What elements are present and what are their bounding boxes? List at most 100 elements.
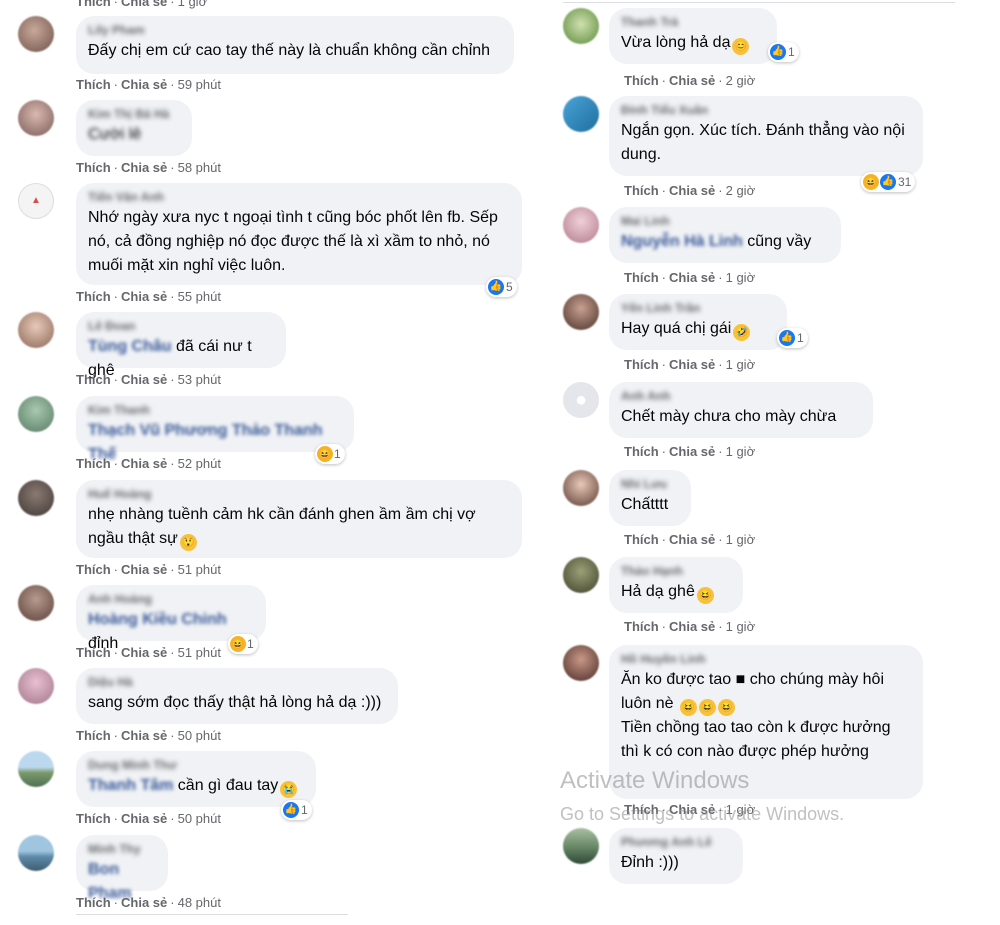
reaction-summary[interactable]: 👍 1 — [768, 42, 799, 62]
comment-author[interactable]: Phương Anh Lê — [621, 835, 731, 849]
like-link[interactable]: Thích — [76, 289, 111, 304]
comment-author[interactable]: Đinh Tiểu Xuân — [621, 103, 911, 117]
comment-author[interactable]: Hồ Huyền Linh — [621, 652, 911, 666]
comment-time[interactable]: 1 giờ — [726, 532, 756, 547]
like-link[interactable]: Thích — [624, 357, 659, 372]
avatar[interactable] — [18, 16, 54, 52]
avatar[interactable] — [563, 828, 599, 864]
comment-author[interactable]: Thanh Trà — [621, 15, 765, 29]
comment-author[interactable]: Kim Thị Bá Hà — [88, 107, 180, 121]
reaction-summary[interactable]: 😆 1 — [315, 444, 345, 464]
avatar[interactable] — [563, 294, 599, 330]
comment-time[interactable]: 51 phút — [178, 645, 221, 660]
like-link[interactable]: Thích — [624, 444, 659, 459]
share-link[interactable]: Chia sẻ — [669, 619, 715, 634]
comment-time[interactable]: 58 phút — [178, 160, 221, 175]
comment-time[interactable]: 1 giờ — [726, 444, 756, 459]
comment-time[interactable]: 48 phút — [178, 895, 221, 910]
share-link[interactable]: Chia sẻ — [121, 289, 167, 304]
share-link[interactable]: Chia sẻ — [121, 811, 167, 826]
comment-time[interactable]: 1 giờ — [726, 357, 756, 372]
comment-time[interactable]: 1 giờ — [726, 619, 756, 634]
share-link[interactable]: Chia sẻ — [121, 160, 167, 175]
like-link[interactable]: Thích — [624, 270, 659, 285]
reaction-summary[interactable]: 👍 5 — [486, 277, 517, 297]
avatar[interactable] — [563, 96, 599, 132]
avatar[interactable] — [563, 470, 599, 506]
mention-link[interactable]: Thanh Tâm — [88, 777, 173, 794]
comment-author[interactable]: Thảo Hạnh — [621, 564, 731, 578]
comment-author[interactable]: Diệu Hà — [88, 675, 386, 689]
avatar[interactable] — [18, 835, 54, 871]
comment-time[interactable]: 2 giờ — [726, 183, 756, 198]
comment-time[interactable]: 1 giờ — [726, 270, 756, 285]
mention-link[interactable]: Nguyễn Hà Linh — [621, 233, 743, 250]
avatar[interactable] — [18, 480, 54, 516]
avatar[interactable] — [18, 668, 54, 704]
reaction-summary[interactable]: 😆 👍 31 — [861, 172, 916, 192]
comment-author[interactable]: Dung Minh Thư — [88, 758, 304, 772]
avatar[interactable] — [18, 751, 54, 787]
comment-author[interactable]: Nhi Lưu — [621, 477, 679, 491]
reaction-summary[interactable]: 👍 1 — [777, 328, 808, 348]
default-avatar-icon[interactable]: ● — [563, 382, 599, 418]
avatar[interactable]: ▲ — [18, 183, 54, 219]
comment-time[interactable]: 2 giờ — [726, 73, 756, 88]
like-link[interactable]: Thích — [76, 456, 111, 471]
comment-author[interactable]: Anh Anh — [621, 389, 861, 403]
share-link[interactable]: Chia sẻ — [121, 895, 167, 910]
like-link[interactable]: Thích — [624, 73, 659, 88]
share-link[interactable]: Chia sẻ — [121, 728, 167, 743]
share-link[interactable]: Chia sẻ — [669, 183, 715, 198]
share-link[interactable]: Chia sẻ — [121, 372, 167, 387]
comment-time[interactable]: 50 phút — [178, 728, 221, 743]
like-link[interactable]: Thích — [76, 77, 111, 92]
avatar[interactable] — [563, 207, 599, 243]
like-link[interactable]: Thích — [76, 811, 111, 826]
like-link[interactable]: Thích — [76, 895, 111, 910]
share-link[interactable]: Chia sẻ — [121, 0, 167, 9]
avatar[interactable] — [18, 100, 54, 136]
comment-author[interactable]: Tiến Văn Anh — [88, 190, 510, 204]
like-link[interactable]: Thích — [76, 728, 111, 743]
like-link[interactable]: Thích — [76, 562, 111, 577]
mention-link[interactable]: Hoàng Kiều Chinh — [88, 611, 227, 628]
comment-author[interactable]: Kim Thanh — [88, 403, 342, 417]
share-link[interactable]: Chia sẻ — [669, 532, 715, 547]
share-link[interactable]: Chia sẻ — [669, 73, 715, 88]
comment-time[interactable]: 59 phút — [178, 77, 221, 92]
comment-time[interactable]: 52 phút — [178, 456, 221, 471]
comment-author[interactable]: Huế Hoàng — [88, 487, 510, 501]
reaction-summary[interactable]: 😆 1 — [228, 634, 258, 654]
comment-time[interactable]: 55 phút — [178, 289, 221, 304]
like-link[interactable]: Thích — [624, 183, 659, 198]
like-link[interactable]: Thích — [76, 160, 111, 175]
comment-time[interactable]: 1 giờ — [178, 0, 208, 9]
reaction-summary[interactable]: 👍 1 — [281, 800, 312, 820]
share-link[interactable]: Chia sẻ — [121, 456, 167, 471]
share-link[interactable]: Chia sẻ — [121, 645, 167, 660]
like-link[interactable]: Thích — [624, 619, 659, 634]
comment-author[interactable]: Yến Linh Trần — [621, 301, 775, 315]
share-link[interactable]: Chia sẻ — [669, 444, 715, 459]
avatar[interactable] — [563, 8, 599, 44]
avatar[interactable] — [18, 312, 54, 348]
comment-time[interactable]: 53 phút — [178, 372, 221, 387]
comment-author[interactable]: Lily Pham — [88, 23, 502, 37]
share-link[interactable]: Chia sẻ — [121, 77, 167, 92]
like-link[interactable]: Thích — [76, 0, 111, 9]
like-link[interactable]: Thích — [76, 372, 111, 387]
comment-author[interactable]: Mai Linh — [621, 214, 829, 228]
share-link[interactable]: Chia sẻ — [121, 562, 167, 577]
comment-author[interactable]: Lê Đoan — [88, 319, 274, 333]
share-link[interactable]: Chia sẻ — [669, 357, 715, 372]
share-link[interactable]: Chia sẻ — [669, 270, 715, 285]
mention-link[interactable]: Tùng Châu — [88, 338, 172, 355]
avatar[interactable] — [563, 645, 599, 681]
comment-author[interactable]: Anh Hoàng — [88, 592, 254, 606]
like-link[interactable]: Thích — [76, 645, 111, 660]
avatar[interactable] — [18, 396, 54, 432]
avatar[interactable] — [18, 585, 54, 621]
comment-time[interactable]: 50 phút — [178, 811, 221, 826]
avatar[interactable] — [563, 557, 599, 593]
